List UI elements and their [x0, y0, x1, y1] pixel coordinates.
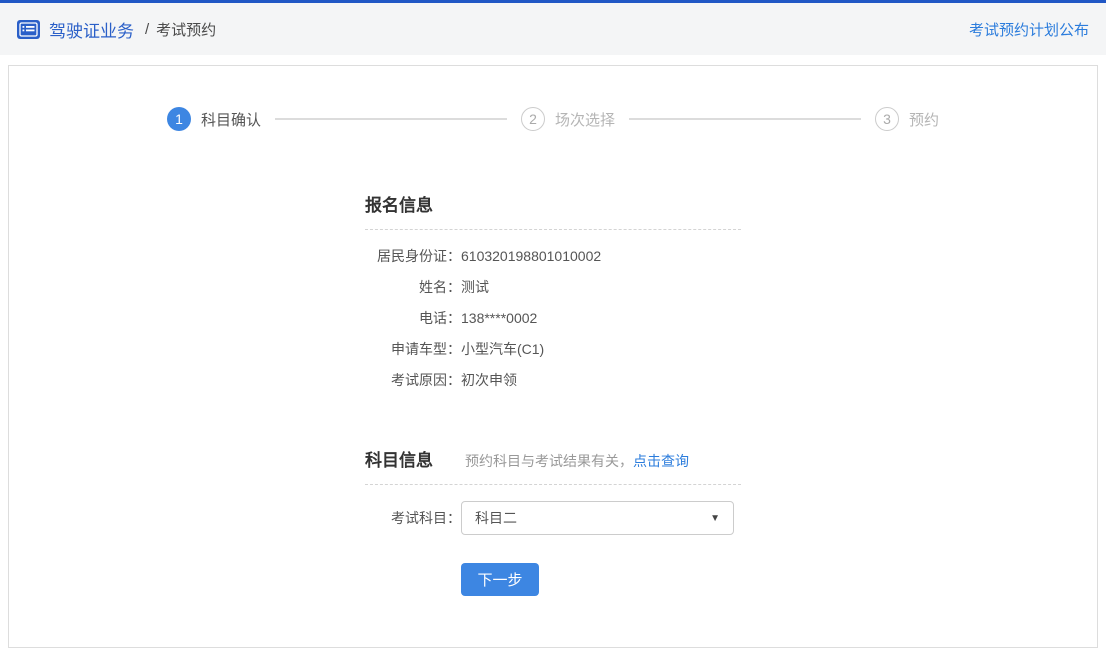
field-label: 姓名：	[365, 272, 461, 303]
dashed-divider	[365, 484, 741, 485]
exam-subject-label: 考试科目：	[365, 508, 461, 528]
field-row-name: 姓名： 测试	[365, 272, 741, 303]
form-column: 报名信息 居民身份证： 610320198801010002 姓名： 测试 电话…	[365, 191, 741, 596]
step-reserve: 3 预约	[875, 107, 939, 131]
field-value: 138****0002	[461, 303, 537, 334]
field-label: 申请车型：	[365, 334, 461, 365]
step-3-label: 预约	[909, 109, 939, 130]
step-connector	[275, 118, 507, 120]
field-value: 小型汽车(C1)	[461, 334, 544, 365]
subject-section-title: 科目信息	[365, 446, 433, 471]
header: 驾驶证业务 / 考试预约 考试预约计划公布	[0, 3, 1106, 55]
stepper: 1 科目确认 2 场次选择 3 预约	[167, 107, 939, 131]
field-value: 初次申领	[461, 365, 517, 396]
field-label: 考试原因：	[365, 365, 461, 396]
signup-section-title: 报名信息	[365, 191, 433, 216]
query-result-link[interactable]: 点击查询	[633, 453, 689, 469]
subject-hint: 预约科目与考试结果有关，点击查询	[465, 451, 689, 471]
step-subject-confirm: 1 科目确认	[167, 107, 261, 131]
exam-subject-row: 考试科目： 科目二 ▼	[365, 501, 741, 535]
license-business-icon	[17, 20, 40, 39]
step-2-label: 场次选择	[555, 109, 615, 130]
exam-plan-link[interactable]: 考试预约计划公布	[969, 19, 1089, 40]
field-row-vehicle-type: 申请车型： 小型汽车(C1)	[365, 334, 741, 365]
breadcrumb: 驾驶证业务 / 考试预约	[17, 17, 216, 42]
signup-section-header: 报名信息	[365, 191, 741, 216]
step-2-circle: 2	[521, 107, 545, 131]
subject-hint-text: 预约科目与考试结果有关，	[465, 453, 633, 469]
step-1-label: 科目确认	[201, 109, 261, 130]
field-value: 测试	[461, 272, 489, 303]
breadcrumb-current-page: 考试预约	[156, 19, 216, 40]
field-label: 居民身份证：	[365, 241, 461, 272]
field-row-id-card: 居民身份证： 610320198801010002	[365, 241, 741, 272]
breadcrumb-brand[interactable]: 驾驶证业务	[49, 17, 134, 42]
step-3-circle: 3	[875, 107, 899, 131]
step-session-select: 2 场次选择	[521, 107, 615, 131]
next-step-button[interactable]: 下一步	[461, 563, 539, 596]
signup-fields: 居民身份证： 610320198801010002 姓名： 测试 电话： 138…	[365, 241, 741, 396]
field-label: 电话：	[365, 303, 461, 334]
chevron-down-icon: ▼	[710, 513, 720, 524]
dashed-divider	[365, 229, 741, 230]
field-row-exam-reason: 考试原因： 初次申领	[365, 365, 741, 396]
exam-subject-selected-value: 科目二	[475, 508, 517, 528]
main-content-panel: 1 科目确认 2 场次选择 3 预约 报名信息 居民身份证： 610320198…	[8, 65, 1098, 648]
exam-subject-select[interactable]: 科目二 ▼	[461, 501, 734, 535]
breadcrumb-separator: /	[145, 21, 149, 38]
step-1-circle: 1	[167, 107, 191, 131]
step-connector	[629, 118, 861, 120]
field-row-phone: 电话： 138****0002	[365, 303, 741, 334]
subject-section-header: 科目信息 预约科目与考试结果有关，点击查询	[365, 446, 741, 471]
field-value: 610320198801010002	[461, 241, 601, 272]
